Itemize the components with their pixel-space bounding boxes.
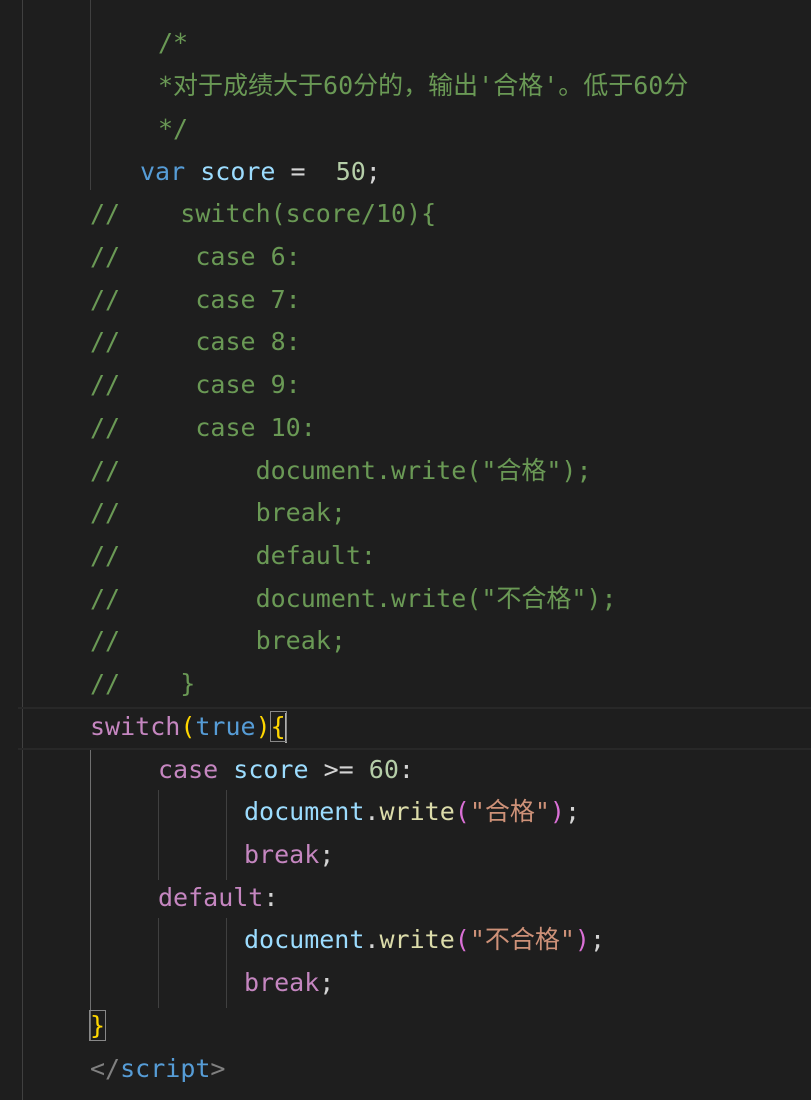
code-line: var score = 50;: [140, 151, 381, 194]
code-token: switch: [90, 712, 181, 741]
code-token: (: [454, 797, 470, 826]
code-token: // case 8:: [90, 327, 301, 356]
code-token: // default:: [90, 541, 376, 570]
code-line: // case 7:: [90, 279, 301, 322]
code-line: // default:: [90, 535, 376, 578]
code-token: 50: [320, 157, 366, 186]
code-token: document: [244, 797, 365, 826]
code-line: document.write("合格");: [244, 791, 580, 834]
code-token: case: [158, 755, 219, 784]
code-token: script: [120, 1054, 211, 1083]
code-token: ): [255, 712, 271, 741]
indent-guide: [22, 0, 23, 1100]
code-token: ;: [365, 157, 381, 186]
code-line: // break;: [90, 492, 346, 535]
indent-guide: [158, 918, 159, 1008]
code-token: break: [244, 968, 320, 997]
code-token: :: [398, 755, 414, 784]
code-token: /*: [158, 28, 189, 57]
code-line: *对于成绩大于60分的，输出'合格'。低于60分: [158, 65, 688, 108]
code-editor[interactable]: /* *对于成绩大于60分的，输出'合格'。低于60分 */ var score…: [0, 0, 811, 1100]
code-token: 60: [368, 755, 399, 784]
code-line: switch(true){: [90, 706, 287, 749]
code-line: // break;: [90, 620, 346, 663]
code-token: "不合格": [469, 925, 575, 954]
indent-guide: [226, 918, 227, 1008]
code-token: // document.write("不合格");: [90, 584, 617, 613]
code-token: default: [158, 883, 264, 912]
code-line: default:: [158, 877, 278, 920]
code-token: ;: [564, 797, 581, 826]
code-token: score: [200, 157, 276, 186]
code-line: document.write("不合格");: [244, 919, 605, 962]
text-cursor: [284, 713, 287, 743]
indent-guide: [226, 790, 227, 880]
code-line: // case 9:: [90, 364, 301, 407]
code-token: // case 7:: [90, 285, 301, 314]
code-token: .: [364, 925, 380, 954]
code-line: </script>: [90, 1048, 225, 1091]
code-token: }: [88, 1010, 107, 1041]
code-line: }: [88, 1005, 107, 1048]
code-token: */: [158, 114, 189, 143]
code-token: // document.write("合格");: [90, 456, 592, 485]
code-token: >: [210, 1054, 226, 1083]
indent-guide: [90, 0, 91, 190]
code-token: break: [244, 840, 320, 869]
code-token: (: [454, 925, 470, 954]
code-token: write: [379, 797, 455, 826]
code-token: // break;: [90, 626, 346, 655]
code-token: ): [574, 925, 590, 954]
code-line: // switch(score/10){: [90, 193, 436, 236]
code-token: {: [269, 711, 287, 742]
code-token: write: [379, 925, 455, 954]
code-token: "合格": [469, 797, 550, 826]
indent-guide: [90, 750, 91, 1040]
code-token: ;: [319, 840, 335, 869]
code-token: .: [364, 797, 380, 826]
code-line: // case 10:: [90, 407, 316, 450]
code-token: ): [549, 797, 565, 826]
code-line: // }: [90, 663, 195, 706]
code-token: true: [195, 712, 256, 741]
code-token: // case 9:: [90, 370, 301, 399]
code-line: case score >= 60:: [158, 749, 414, 792]
code-token: // }: [90, 669, 196, 698]
code-token: :: [263, 883, 279, 912]
code-line: // document.write("合格");: [90, 450, 592, 493]
code-token: (: [180, 712, 196, 741]
code-line: // case 6:: [90, 236, 301, 279]
code-token: score: [233, 755, 309, 784]
code-token: // break;: [90, 498, 346, 527]
code-token: *对于成绩大于60分的，输出'合格'。低于60分: [158, 71, 689, 100]
code-line: // document.write("不合格");: [90, 578, 617, 621]
code-token: document: [244, 925, 365, 954]
code-line: break;: [244, 962, 334, 1005]
code-token: </: [90, 1054, 121, 1083]
code-line: */: [158, 108, 188, 151]
code-token: =: [275, 157, 321, 186]
code-token: >=: [308, 755, 369, 784]
code-token: // case 10:: [90, 413, 316, 442]
indent-guide: [158, 790, 159, 880]
code-token: ;: [319, 968, 335, 997]
code-token: // case 6:: [90, 242, 301, 271]
code-line: break;: [244, 834, 334, 877]
code-token: ;: [589, 925, 606, 954]
code-token: // switch(score/10){: [90, 199, 437, 228]
code-line: // case 8:: [90, 321, 301, 364]
code-line: /*: [158, 22, 188, 65]
code-token: var: [140, 157, 186, 186]
